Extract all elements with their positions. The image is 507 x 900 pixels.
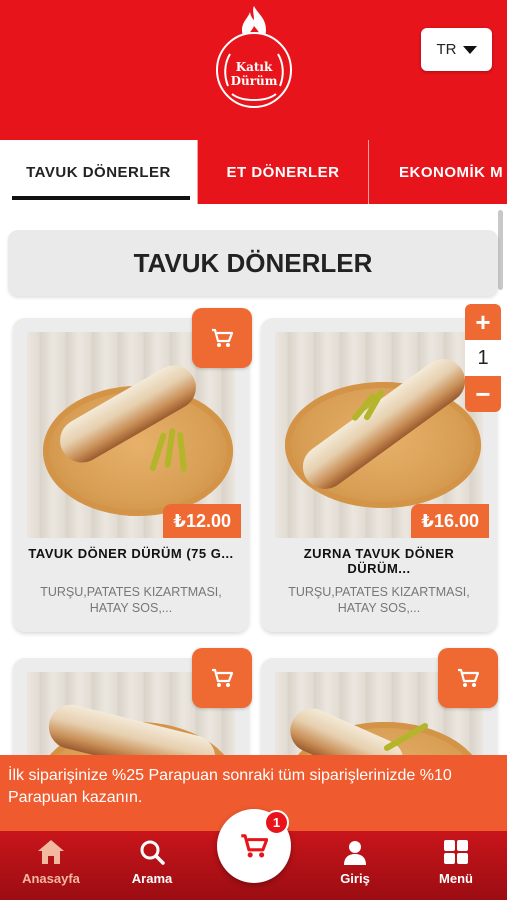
price-tag: ₺16.00 — [411, 504, 489, 538]
nav-label: Anasayfa — [22, 871, 80, 886]
nav-label: Menü — [439, 871, 473, 886]
logo-text-line2: Dürüm — [230, 74, 278, 88]
cart-icon — [458, 668, 479, 687]
cart-icon — [212, 668, 233, 687]
scrollbar[interactable] — [498, 210, 503, 290]
header: Katık Dürüm TR — [0, 0, 507, 140]
increase-quantity-button[interactable]: + — [465, 304, 501, 340]
cart-count-badge: 1 — [264, 810, 289, 835]
add-to-cart-button[interactable] — [192, 308, 252, 368]
home-icon — [38, 840, 64, 864]
tab-et-donerler[interactable]: ET DÖNERLER — [197, 140, 368, 204]
app: Katık Dürüm TR TAVUK DÖNERLER ET DÖNERLE… — [0, 0, 507, 900]
language-label: TR — [436, 41, 457, 58]
cart-icon — [241, 834, 268, 858]
caret-down-icon — [462, 45, 477, 54]
grid-icon — [444, 840, 468, 864]
search-icon — [140, 840, 165, 865]
nav-label: Arama — [131, 871, 173, 886]
nav-login[interactable]: Giriş — [315, 839, 395, 886]
nav-label: Giriş — [340, 871, 370, 886]
product-description: TURŞU,PATATES KIZARTMASI, HATAY SOS,... — [288, 585, 470, 615]
quantity-value: 1 — [465, 340, 501, 376]
cart-icon — [212, 328, 233, 347]
product-name: ZURNA TAVUK DÖNER DÜRÜM... — [303, 546, 455, 576]
add-to-cart-button[interactable] — [192, 648, 252, 708]
product-name: TAVUK DÖNER DÜRÜM (75 G... — [28, 546, 234, 561]
user-icon — [344, 841, 366, 865]
category-tabs: TAVUK DÖNERLER ET DÖNERLER EKONOMİK M — [0, 140, 507, 204]
tab-tavuk-donerler[interactable]: TAVUK DÖNERLER — [0, 140, 197, 204]
add-to-cart-button[interactable] — [438, 648, 498, 708]
tab-ekonomik-menuler[interactable]: EKONOMİK M — [368, 140, 507, 204]
quantity-stepper[interactable]: + 1 − — [465, 304, 501, 412]
product-card[interactable]: ₺16.00 ZURNA TAVUK DÖNER DÜRÜM... TURŞU,… — [261, 318, 497, 632]
section-title: TAVUK DÖNERLER — [8, 230, 498, 296]
language-selector[interactable]: TR — [421, 28, 492, 71]
tab-label: TAVUK DÖNERLER — [26, 163, 171, 181]
nav-home[interactable]: Anasayfa — [11, 839, 91, 886]
tab-label: EKONOMİK M — [399, 163, 504, 181]
logo-text-line1: Katık — [235, 60, 273, 74]
price-tag: ₺12.00 — [163, 504, 241, 538]
active-tab-indicator — [12, 196, 190, 200]
nav-search[interactable]: Arama — [112, 839, 192, 886]
decrease-quantity-button[interactable]: − — [465, 376, 501, 412]
brand-logo[interactable]: Katık Dürüm — [214, 6, 294, 108]
product-description: TURŞU,PATATES KIZARTMASI, HATAY SOS,... — [40, 585, 222, 615]
tab-label: ET DÖNERLER — [226, 163, 340, 181]
nav-menu[interactable]: Menü — [416, 839, 496, 886]
